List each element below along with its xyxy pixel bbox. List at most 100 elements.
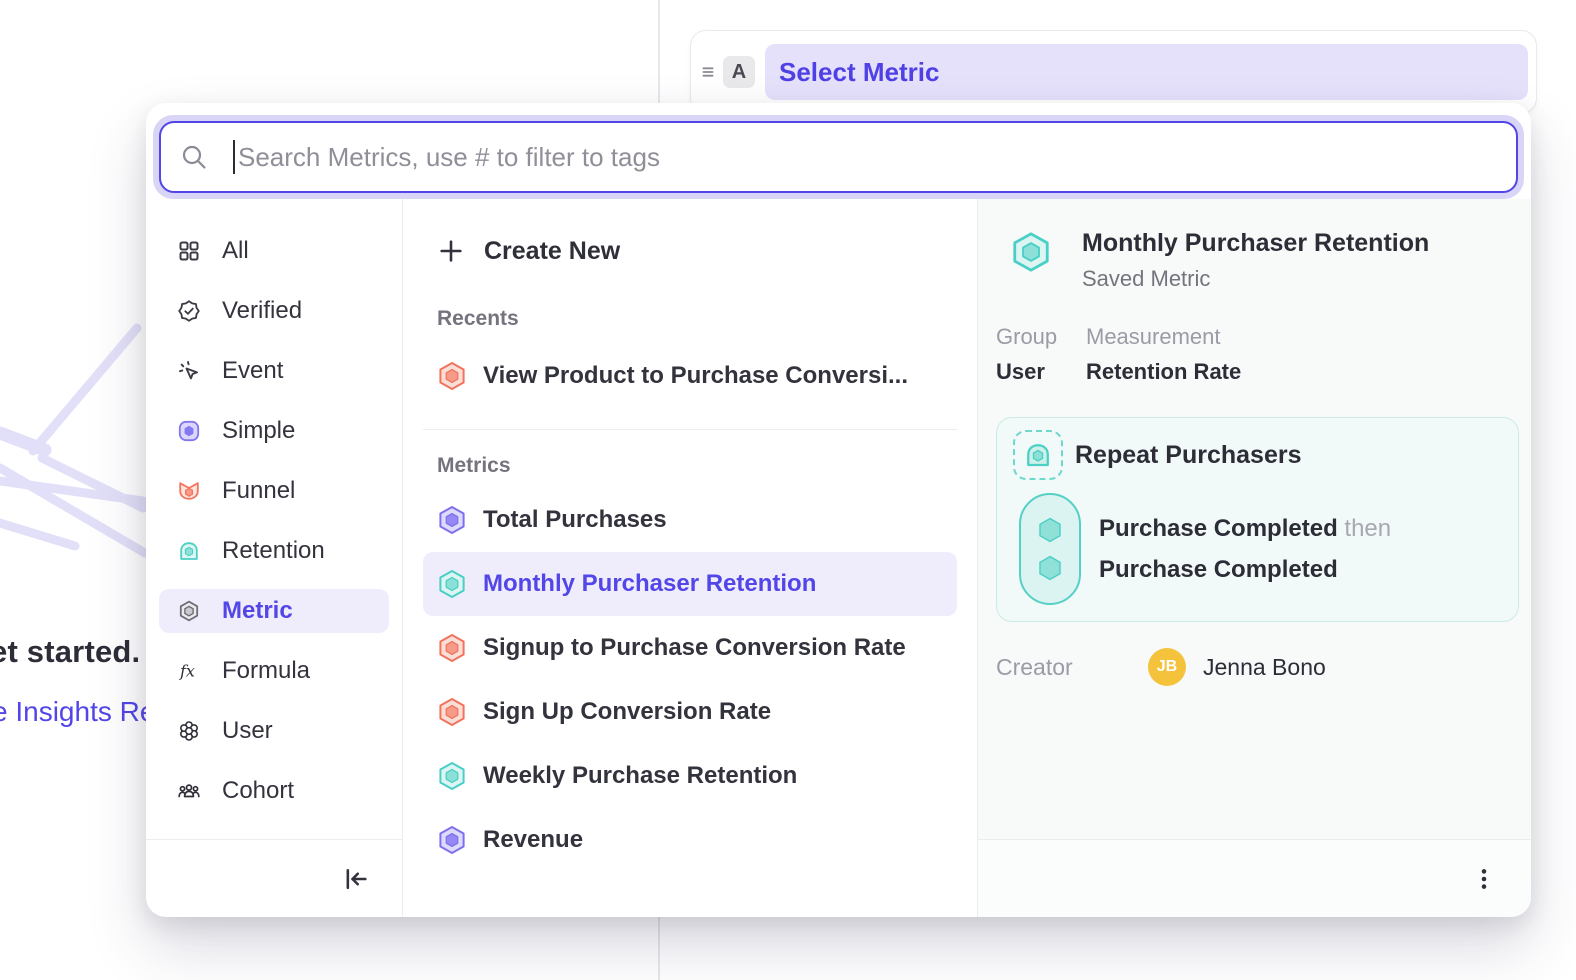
funnel-metric-hexagon-icon <box>437 361 467 391</box>
retention-metric-hexagon-icon <box>1010 231 1052 273</box>
page: et started. e Insights Re A Select Metri… <box>0 0 1576 980</box>
sidebar-item-verified[interactable]: Verified <box>159 289 389 333</box>
metric-hexagon-icon <box>437 761 467 791</box>
details-footer <box>978 839 1531 917</box>
group-value: User <box>996 359 1086 385</box>
details-title: Monthly Purchaser Retention <box>1082 229 1429 258</box>
sidebar-item-all[interactable]: All <box>159 229 389 273</box>
sidebar-item-simple[interactable]: Simple <box>159 409 389 453</box>
select-metric-label: Select Metric <box>779 57 939 88</box>
details-meta: Group User Measurement Retention Rate <box>996 324 1519 385</box>
modal-body: All Verified <box>146 199 1531 917</box>
metric-item-sign-up-conversion-rate[interactable]: Sign Up Conversion Rate <box>423 680 957 744</box>
search-bar <box>159 121 1518 193</box>
sidebar-item-label: All <box>222 237 249 265</box>
metric-hexagon-icon <box>437 569 467 599</box>
metric-item-label: Weekly Purchase Retention <box>483 762 797 790</box>
funnel-icon <box>177 479 201 503</box>
kebab-menu-icon[interactable] <box>1471 866 1497 892</box>
metric-item-monthly-purchaser-retention[interactable]: Monthly Purchaser Retention <box>423 552 957 616</box>
cohort-people-icon <box>177 779 201 803</box>
details-header: Monthly Purchaser Retention Saved Metric <box>996 229 1519 292</box>
measurement-label: Measurement <box>1086 324 1241 350</box>
sidebar-item-metric[interactable]: Metric <box>159 589 389 633</box>
sidebar-item-retention[interactable]: Retention <box>159 529 389 573</box>
metric-item-label: Sign Up Conversion Rate <box>483 698 771 726</box>
details-subtitle: Saved Metric <box>1082 266 1429 292</box>
creator-name: Jenna Bono <box>1203 654 1326 681</box>
metric-details-panel: Monthly Purchaser Retention Saved Metric… <box>978 199 1531 917</box>
sidebar-item-label: Retention <box>222 537 325 565</box>
card-title: Repeat Purchasers <box>1075 441 1302 470</box>
search-icon <box>179 142 209 172</box>
creator-label: Creator <box>996 654 1148 681</box>
metric-item-revenue[interactable]: Revenue <box>423 808 957 872</box>
metric-bar-card: A Select Metric <box>690 30 1537 114</box>
metric-item-label: Signup to Purchase Conversion Rate <box>483 634 906 662</box>
sidebar-item-label: Cohort <box>222 777 294 805</box>
formula-fx-icon: fx <box>177 659 201 683</box>
metric-item-label: Total Purchases <box>483 506 667 534</box>
metric-item-signup-to-purchase[interactable]: Signup to Purchase Conversion Rate <box>423 616 957 680</box>
event-cursor-icon <box>177 359 201 383</box>
decorative-chart-lines <box>0 318 150 580</box>
metric-item-label: Revenue <box>483 826 583 854</box>
step-1-event: Purchase Completed <box>1099 515 1338 542</box>
search-focus-ring <box>153 115 1524 199</box>
sidebar-item-cohort[interactable]: Cohort <box>159 769 389 813</box>
category-list: All Verified <box>146 199 402 839</box>
grid-icon <box>177 239 201 263</box>
background-insights-link-fragment[interactable]: e Insights Re <box>0 696 155 728</box>
cohort-dashed-icon <box>1013 430 1063 480</box>
svg-text:fx: fx <box>179 662 195 681</box>
sidebar-footer <box>146 839 402 917</box>
steps-capsule <box>1019 493 1081 605</box>
metric-list-column: Create New Recents View Product to Purch… <box>403 199 978 917</box>
metric-hexagon-icon <box>437 633 467 663</box>
recents-section-title: Recents <box>423 307 957 331</box>
sidebar-item-label: Funnel <box>222 477 295 505</box>
measurement-value: Retention Rate <box>1086 359 1241 385</box>
collapse-left-icon[interactable] <box>342 865 370 893</box>
verified-badge-icon <box>177 299 201 323</box>
retention-arch-icon <box>1023 440 1053 470</box>
metric-item-total-purchases[interactable]: Total Purchases <box>423 488 957 552</box>
sidebar-item-label: Verified <box>222 297 302 325</box>
select-metric-button[interactable]: Select Metric <box>765 44 1528 100</box>
recent-item-view-product[interactable]: View Product to Purchase Conversi... <box>423 347 957 405</box>
step-hexagon-icon <box>1035 515 1065 545</box>
sidebar-item-label: Formula <box>222 657 310 685</box>
sidebar-item-event[interactable]: Event <box>159 349 389 393</box>
metric-hexagon-icon <box>177 599 201 623</box>
sidebar-item-formula[interactable]: fx Formula <box>159 649 389 693</box>
drag-handle-icon[interactable] <box>697 61 719 83</box>
retention-icon <box>177 539 201 563</box>
sidebar-item-funnel[interactable]: Funnel <box>159 469 389 513</box>
step-2: Purchase Completed <box>1099 549 1391 590</box>
sidebar-item-label: Simple <box>222 417 295 445</box>
step-hexagon-icon <box>1035 553 1065 583</box>
create-new-label: Create New <box>484 237 620 266</box>
metric-hexagon-icon <box>437 505 467 535</box>
background-heading-fragment: et started. <box>0 634 140 670</box>
create-new-button[interactable]: Create New <box>423 229 957 273</box>
divider <box>423 429 957 430</box>
sidebar-item-user[interactable]: User <box>159 709 389 753</box>
metric-hexagon-icon <box>437 697 467 727</box>
sidebar-item-label: Metric <box>222 597 293 625</box>
category-sidebar: All Verified <box>146 199 403 917</box>
series-a-badge: A <box>723 56 755 88</box>
creator-row: Creator JB Jenna Bono <box>996 648 1519 686</box>
step-connector: then <box>1344 515 1391 542</box>
metric-hexagon-icon <box>437 825 467 855</box>
metric-picker-modal: All Verified <box>146 103 1531 917</box>
step-1: Purchase Completed then <box>1099 508 1391 549</box>
metric-item-weekly-purchase-retention[interactable]: Weekly Purchase Retention <box>423 744 957 808</box>
repeat-purchasers-card: Repeat Purchasers <box>996 417 1519 622</box>
search-input[interactable] <box>235 142 1498 173</box>
sidebar-item-label: User <box>222 717 273 745</box>
metrics-section-title: Metrics <box>423 454 957 478</box>
sidebar-item-label: Event <box>222 357 283 385</box>
metric-item-label: Monthly Purchaser Retention <box>483 570 816 598</box>
plus-icon <box>437 237 465 265</box>
